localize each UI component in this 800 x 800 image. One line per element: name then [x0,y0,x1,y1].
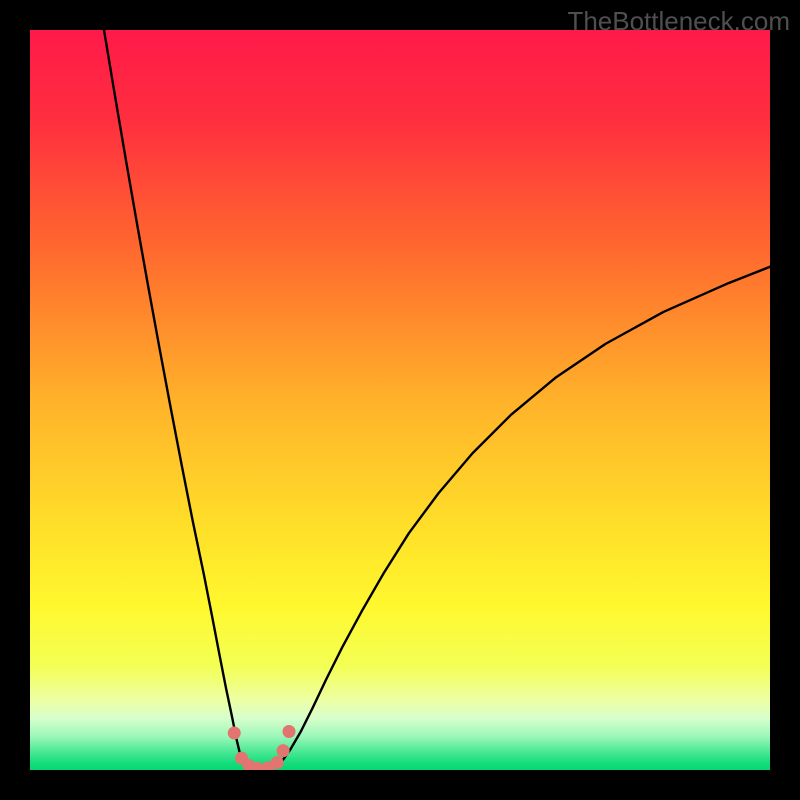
highlight-marker [228,727,241,740]
curve-layer [30,30,770,770]
watermark-text: TheBottleneck.com [567,6,790,37]
chart-frame: TheBottleneck.com [0,0,800,800]
plot-area [30,30,770,770]
bottleneck-curve [104,30,770,770]
highlight-marker [271,756,284,769]
highlight-marker [283,725,296,738]
highlight-marker [277,744,290,757]
